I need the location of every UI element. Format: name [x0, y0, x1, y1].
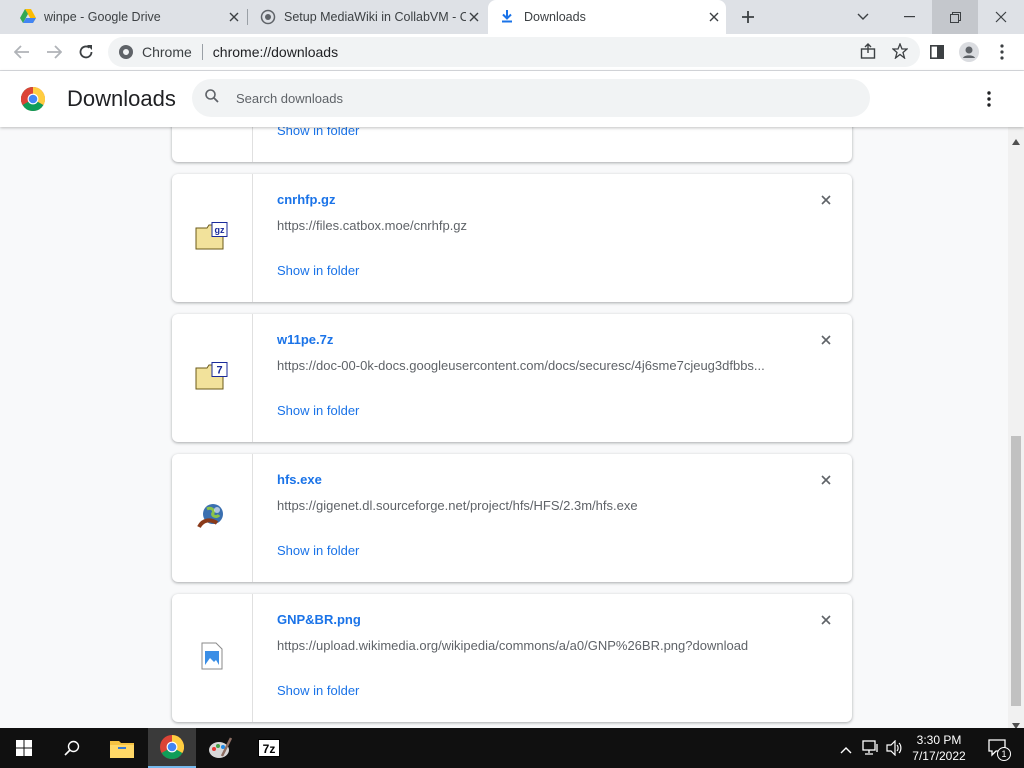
clock-date: 7/17/2022	[912, 749, 966, 763]
vertical-scrollbar[interactable]	[1008, 127, 1024, 729]
globe-icon	[260, 9, 276, 25]
windows-taskbar: 7z 3:30 PM 7/17/2022 1	[0, 728, 1024, 768]
start-button[interactable]	[0, 728, 48, 768]
7zip-icon[interactable]: 7z	[245, 728, 293, 768]
search-downloads-field[interactable]: Search downloads	[192, 79, 870, 117]
file-name-link[interactable]: w11pe.7z	[277, 332, 333, 347]
file-icon-column: 7	[172, 314, 253, 442]
downloads-header: Downloads Search downloads	[0, 71, 1024, 127]
chrome-taskbar-icon[interactable]	[148, 728, 196, 768]
image-file-icon	[201, 642, 223, 675]
close-icon[interactable]	[226, 9, 242, 25]
svg-text:gz: gz	[215, 225, 225, 235]
reload-button[interactable]	[72, 38, 100, 66]
browser-toolbar: Chrome chrome://downloads	[0, 34, 1024, 71]
show-hidden-icons-icon[interactable]	[840, 741, 852, 759]
download-card: GNP&BR.png https://upload.wikimedia.org/…	[172, 594, 852, 722]
profile-avatar[interactable]	[955, 38, 983, 66]
source-url[interactable]: https://files.catbox.moe/cnrhfp.gz	[277, 218, 467, 233]
tab-strip: winpe - Google Drive Setup MediaWiki in …	[0, 0, 1024, 34]
close-icon[interactable]	[466, 9, 482, 25]
7zip-label: 7z	[258, 739, 280, 757]
tab-google-drive[interactable]: winpe - Google Drive	[8, 0, 246, 34]
network-icon[interactable]	[862, 740, 880, 761]
download-card: Show in folder	[172, 127, 852, 162]
7z-archive-icon: 7	[195, 361, 229, 395]
back-button[interactable]	[8, 38, 36, 66]
downloads-list: Show in folder gz cnrhfp.gz https://file…	[0, 127, 1008, 728]
exe-globe-icon	[197, 501, 227, 536]
minimize-button[interactable]	[886, 0, 932, 34]
close-icon[interactable]	[706, 9, 722, 25]
bookmark-star-icon[interactable]	[891, 41, 909, 62]
file-name-link[interactable]: cnrhfp.gz	[277, 192, 336, 207]
side-panel-button[interactable]	[923, 38, 951, 66]
action-center-button[interactable]: 1	[978, 728, 1018, 768]
source-url[interactable]: https://upload.wikimedia.org/wikipedia/c…	[277, 638, 748, 653]
file-icon-column	[172, 127, 253, 162]
search-input[interactable]: Search downloads	[236, 91, 343, 106]
scroll-up-arrow-icon[interactable]	[1012, 132, 1020, 150]
show-in-folder-link[interactable]: Show in folder	[277, 403, 359, 418]
remove-download-icon[interactable]	[816, 610, 836, 630]
show-in-folder-link[interactable]: Show in folder	[277, 543, 359, 558]
file-icon-column	[172, 454, 253, 582]
gz-archive-icon: gz	[195, 221, 229, 255]
tab-mediawiki[interactable]: Setup MediaWiki in CollabVM - C	[248, 0, 486, 34]
paint-icon[interactable]	[196, 728, 244, 768]
close-window-button[interactable]	[978, 0, 1024, 34]
scrollbar-thumb[interactable]	[1011, 436, 1021, 706]
download-card: gz cnrhfp.gz https://files.catbox.moe/cn…	[172, 174, 852, 302]
share-icon[interactable]	[860, 42, 876, 62]
svg-text:7: 7	[216, 364, 222, 376]
scheme-label: Chrome	[142, 44, 192, 60]
clock[interactable]: 3:30 PM 7/17/2022	[904, 728, 974, 768]
download-icon	[500, 9, 516, 25]
url-text: chrome://downloads	[212, 44, 339, 60]
volume-icon[interactable]	[886, 739, 902, 761]
tab-title: Downloads	[524, 10, 586, 24]
file-explorer-icon[interactable]	[98, 728, 146, 768]
remove-download-icon[interactable]	[816, 470, 836, 490]
forward-button[interactable]	[40, 38, 68, 66]
show-in-folder-link[interactable]: Show in folder	[277, 127, 359, 138]
chrome-icon	[118, 44, 134, 60]
remove-download-icon[interactable]	[816, 330, 836, 350]
more-actions-icon[interactable]	[987, 91, 991, 112]
download-card: 7 w11pe.7z https://doc-00-0k-docs.google…	[172, 314, 852, 442]
tab-title: Setup MediaWiki in CollabVM - C	[284, 10, 466, 24]
source-url[interactable]: https://doc-00-0k-docs.googleusercontent…	[277, 358, 765, 373]
file-name-link[interactable]: GNP&BR.png	[277, 612, 361, 627]
search-taskbar-button[interactable]	[48, 728, 96, 768]
chrome-menu-button[interactable]	[988, 38, 1016, 66]
restore-button[interactable]	[932, 0, 978, 34]
source-url[interactable]: https://gigenet.dl.sourceforge.net/proje…	[277, 498, 638, 513]
clock-time: 3:30 PM	[916, 733, 962, 747]
file-icon-column	[172, 594, 253, 722]
file-icon-column: gz	[172, 174, 253, 302]
separator	[201, 44, 203, 60]
download-card: hfs.exe https://gigenet.dl.sourceforge.n…	[172, 454, 852, 582]
show-in-folder-link[interactable]: Show in folder	[277, 683, 359, 698]
chrome-logo-icon	[20, 87, 46, 116]
show-in-folder-link[interactable]: Show in folder	[277, 263, 359, 278]
file-name-link[interactable]: hfs.exe	[277, 472, 322, 487]
new-tab-button[interactable]	[734, 3, 762, 31]
tab-title: winpe - Google Drive	[44, 10, 161, 24]
tab-search-button[interactable]	[840, 0, 886, 34]
tab-downloads[interactable]: Downloads	[488, 0, 726, 34]
notification-count: 1	[997, 747, 1011, 761]
search-icon	[205, 88, 219, 108]
page-title: Downloads	[67, 86, 176, 111]
address-bar[interactable]: Chrome chrome://downloads	[108, 37, 920, 67]
remove-download-icon[interactable]	[816, 190, 836, 210]
google-drive-icon	[20, 9, 36, 25]
